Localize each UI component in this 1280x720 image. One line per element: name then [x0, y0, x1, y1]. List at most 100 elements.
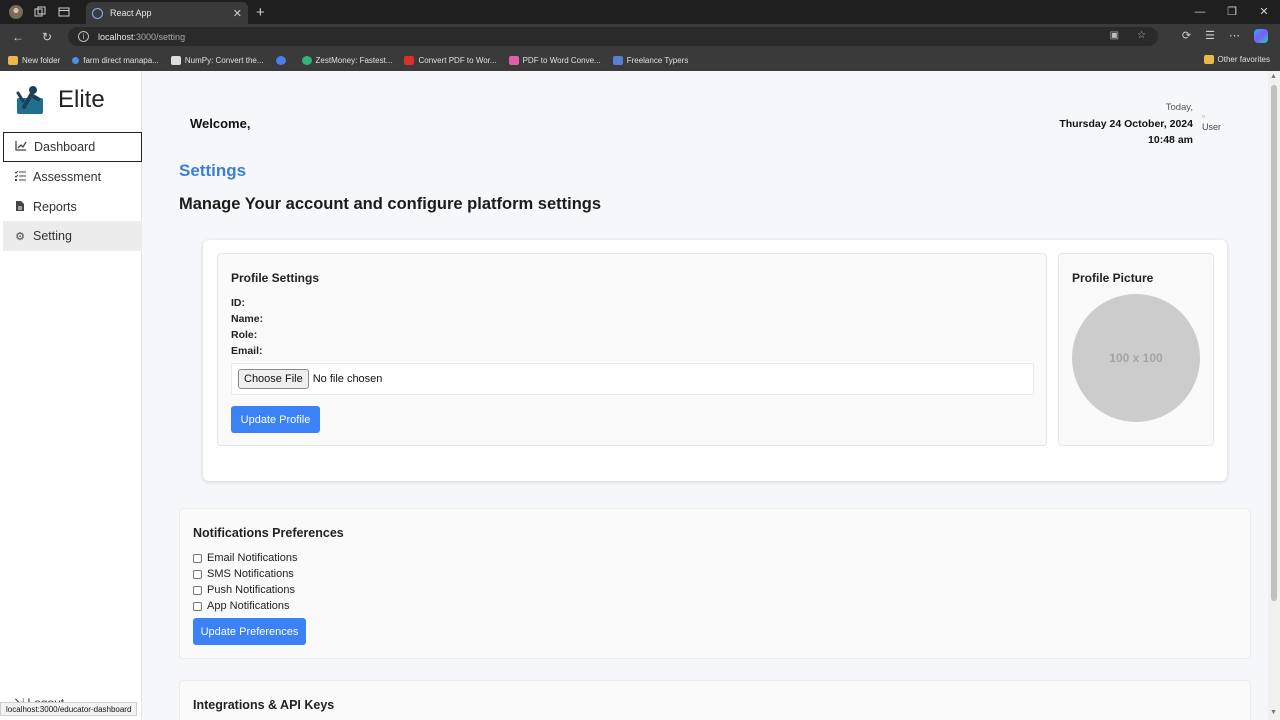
- site-favicon-icon: [301, 55, 312, 65]
- more-menu-icon[interactable]: ⋯: [1229, 29, 1240, 43]
- site-favicon-icon: [170, 55, 181, 65]
- tab-favicon-icon: [92, 7, 103, 19]
- reload-icon[interactable]: ↻: [42, 30, 52, 44]
- email-notifications-checkbox[interactable]: [193, 553, 202, 563]
- pdf-icon: [404, 55, 415, 65]
- profile-picture-card: Profile Picture 100 x 100: [1058, 253, 1214, 446]
- profile-settings-card: Profile Settings ID: Name: Role: Email: …: [217, 253, 1047, 446]
- status-bar-url: localhost:3000/educator-dashboard: [0, 702, 138, 716]
- avatar[interactable]: ▫ User: [1202, 111, 1232, 133]
- current-date: Thursday 24 October, 2024: [1059, 118, 1193, 130]
- profile-settings-title: Profile Settings: [231, 271, 320, 285]
- update-preferences-button[interactable]: Update Preferences: [193, 618, 306, 645]
- scroll-down-icon[interactable]: ▼: [1270, 709, 1277, 716]
- bookmark-item[interactable]: Convert PDF to Wor...: [404, 55, 497, 65]
- page-title: Settings: [179, 161, 247, 180]
- other-favorites[interactable]: Other favorites: [1203, 55, 1270, 64]
- integrations-title: Integrations & API Keys: [193, 698, 335, 712]
- page-scrollbar[interactable]: ▲ ▼: [1268, 71, 1280, 720]
- tab-actions-icon[interactable]: [56, 4, 72, 20]
- workspaces-icon[interactable]: [32, 4, 48, 20]
- browser-tab[interactable]: React App ✕: [86, 2, 248, 24]
- close-window-icon[interactable]: ✕: [1248, 0, 1280, 24]
- restore-icon[interactable]: ❐: [1216, 0, 1248, 24]
- app-notifications-option[interactable]: App Notifications: [193, 600, 290, 612]
- notifications-card: Notifications Preferences Email Notifica…: [179, 508, 1251, 659]
- scroll-up-icon[interactable]: ▲: [1270, 73, 1277, 80]
- bookmark-label: New folder: [22, 55, 61, 65]
- site-info-icon[interactable]: i: [78, 31, 89, 42]
- integrations-card: Integrations & API Keys: [179, 680, 1251, 720]
- sidebar-item-dashboard[interactable]: Dashboard: [3, 132, 142, 162]
- id-label: ID:: [231, 297, 245, 309]
- extensions-icon[interactable]: ⟳: [1182, 29, 1191, 43]
- option-label: Email Notifications: [207, 552, 298, 564]
- favorite-star-icon[interactable]: ☆: [1137, 30, 1146, 41]
- bookmarks-bar: New folder farm direct manapa... NumPy: …: [0, 49, 1280, 71]
- sidebar-item-assessment[interactable]: Assessment: [3, 162, 142, 192]
- favorites-icon[interactable]: ☰: [1205, 29, 1215, 43]
- address-bar[interactable]: i localhost:3000/setting ▣ ☆: [68, 27, 1158, 46]
- name-label: Name:: [231, 313, 264, 325]
- url-host: localhost: [98, 31, 134, 42]
- site-favicon-icon: [612, 55, 623, 65]
- chart-line-icon: [14, 140, 28, 154]
- profile-picture-title: Profile Picture: [1072, 271, 1154, 285]
- url-path: :3000/setting: [133, 31, 186, 42]
- sidebar-item-reports[interactable]: Reports: [3, 192, 142, 222]
- site-favicon-icon: [508, 55, 519, 65]
- push-notifications-option[interactable]: Push Notifications: [193, 584, 295, 596]
- gear-icon: ⚙: [15, 230, 25, 243]
- broken-image-icon: ▫: [1202, 112, 1205, 121]
- bookmark-item[interactable]: [275, 55, 290, 65]
- profile-avatar-icon[interactable]: [8, 4, 24, 20]
- bookmark-label: Freelance Typers: [626, 55, 689, 65]
- file-upload-field: Choose File No file chosen: [231, 363, 1034, 395]
- option-label: Push Notifications: [207, 584, 296, 596]
- browser-tab-bar: React App ✕ + — ❐ ✕: [0, 0, 1280, 24]
- scrollbar-thumb[interactable]: [1271, 85, 1277, 601]
- notifications-title: Notifications Preferences: [193, 526, 344, 540]
- file-status: No file chosen: [312, 373, 383, 385]
- new-tab-icon[interactable]: +: [256, 4, 265, 21]
- bookmark-label: farm direct manapa...: [83, 55, 159, 65]
- brand-logo-icon: [16, 86, 43, 114]
- bookmark-label: Convert PDF to Wor...: [418, 55, 497, 65]
- bookmark-item[interactable]: farm direct manapa...: [72, 56, 159, 65]
- copilot-icon[interactable]: [1254, 29, 1268, 43]
- main-content: Welcome, Today, Thursday 24 October, 202…: [142, 71, 1268, 720]
- brand[interactable]: Elite: [14, 85, 105, 115]
- back-icon[interactable]: ←: [12, 30, 24, 44]
- app-notifications-checkbox[interactable]: [193, 601, 202, 611]
- sms-notifications-option[interactable]: SMS Notifications: [193, 568, 294, 580]
- close-tab-icon[interactable]: ✕: [233, 7, 242, 20]
- today-label: Today,: [1165, 102, 1193, 113]
- bookmark-item[interactable]: NumPy: Convert the...: [170, 55, 264, 65]
- bookmark-item[interactable]: PDF to Word Conve...: [508, 55, 601, 65]
- push-notifications-checkbox[interactable]: [193, 585, 202, 595]
- profile-picture-placeholder[interactable]: 100 x 100: [1072, 294, 1200, 422]
- window-controls: — ❐ ✕: [1184, 0, 1280, 24]
- page-viewport: Elite Dashboard Assessment Reports ⚙ Set…: [0, 71, 1268, 720]
- current-time: 10:48 am: [1148, 134, 1193, 146]
- sidebar-item-label: Assessment: [33, 170, 102, 184]
- choose-file-button[interactable]: Choose File: [238, 369, 309, 389]
- email-label: Email:: [231, 345, 263, 357]
- file-icon: [13, 200, 27, 215]
- sms-notifications-checkbox[interactable]: [193, 569, 202, 579]
- bookmark-label: PDF to Word Conve...: [522, 55, 601, 65]
- update-profile-button[interactable]: Update Profile: [231, 406, 320, 433]
- option-label: SMS Notifications: [207, 568, 294, 580]
- sidebar-item-setting[interactable]: ⚙ Setting: [3, 221, 142, 251]
- bookmark-item[interactable]: ZestMoney: Fastest...: [301, 55, 392, 65]
- sidebar-item-label: Setting: [33, 229, 72, 243]
- page-subtitle: Manage Your account and configure platfo…: [179, 195, 602, 213]
- email-notifications-option[interactable]: Email Notifications: [193, 552, 297, 564]
- app-available-icon[interactable]: ▣: [1110, 30, 1119, 41]
- bookmark-label: NumPy: Convert the...: [184, 55, 264, 65]
- bookmark-item[interactable]: New folder: [8, 55, 61, 65]
- option-label: App Notifications: [207, 600, 290, 612]
- bookmark-item[interactable]: Freelance Typers: [612, 55, 689, 65]
- other-favorites-label: Other favorites: [1217, 55, 1270, 64]
- minimize-icon[interactable]: —: [1184, 0, 1216, 24]
